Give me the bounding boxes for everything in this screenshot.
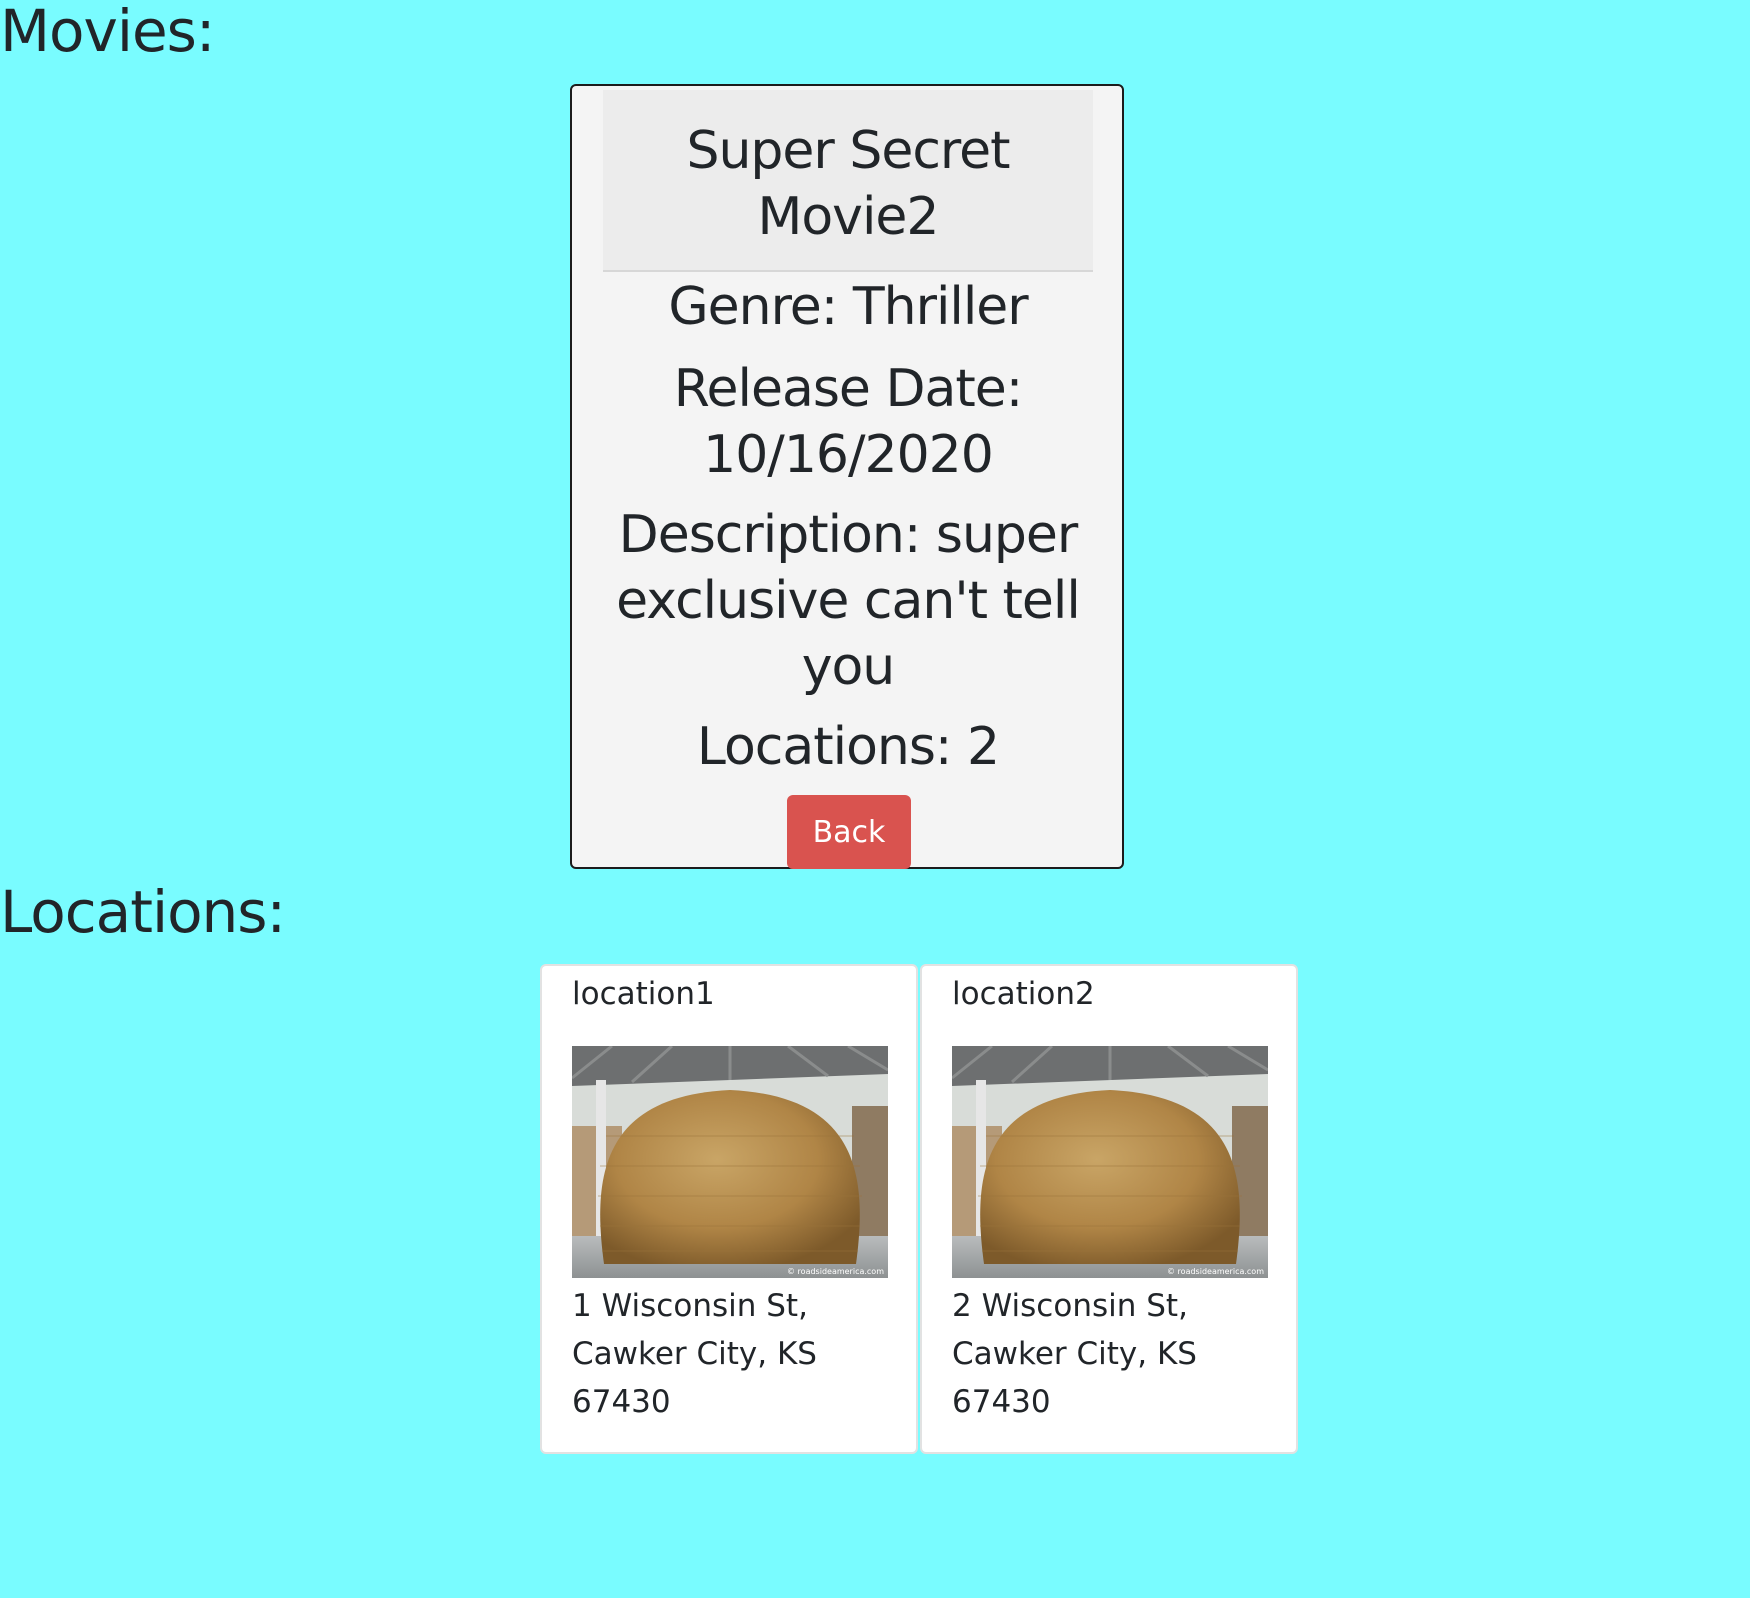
back-button[interactable]: Back xyxy=(787,795,911,869)
photo-credit-label: © roadsideamerica.com xyxy=(1167,1267,1264,1276)
location-address: 2 Wisconsin St, Cawker City, KS 67430 xyxy=(952,1288,1197,1420)
location-card[interactable]: location2 © roadsideamerica.com 2 Wiscon… xyxy=(920,964,1298,1454)
movie-genre: Genre: Thriller xyxy=(668,277,1028,337)
location-name: location1 xyxy=(572,976,715,1012)
locations-heading: Locations: xyxy=(0,878,286,946)
movie-detail-card: Super Secret Movie2 Genre: Thriller Rele… xyxy=(570,84,1124,869)
location-card[interactable]: location1 © roadsideamerica.com 1 Wiscon… xyxy=(540,964,918,1454)
movie-description: Description: super exclusive can't tell … xyxy=(616,505,1081,697)
photo-credit-label: © roadsideamerica.com xyxy=(787,1267,884,1276)
movies-heading: Movies: xyxy=(0,0,215,65)
movie-release-date: Release Date: 10/16/2020 xyxy=(673,359,1024,485)
location-address: 1 Wisconsin St, Cawker City, KS 67430 xyxy=(572,1288,817,1420)
movie-card-header: Super Secret Movie2 xyxy=(603,90,1093,272)
movie-card-body: Genre: Thriller Release Date: 10/16/2020… xyxy=(603,274,1093,780)
location-name: location2 xyxy=(952,976,1095,1012)
location-photo: © roadsideamerica.com xyxy=(952,1046,1268,1278)
movie-locations-count: Locations: 2 xyxy=(696,717,1000,777)
movie-title: Super Secret Movie2 xyxy=(686,121,1010,247)
location-photo: © roadsideamerica.com xyxy=(572,1046,888,1278)
